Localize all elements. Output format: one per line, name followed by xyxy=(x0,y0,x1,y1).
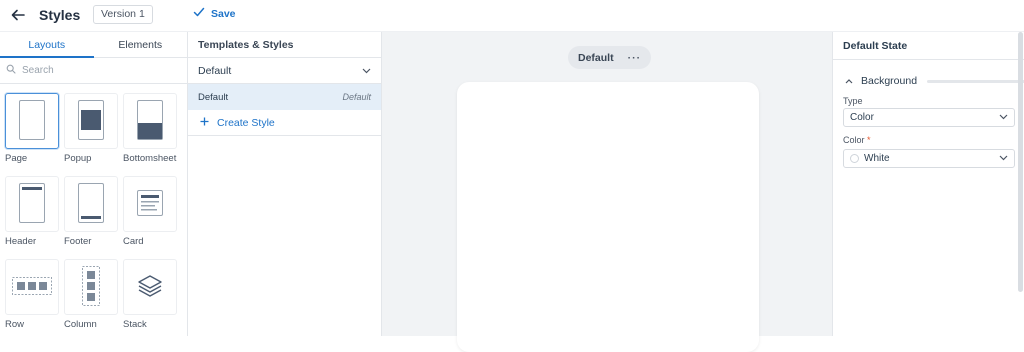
layout-tile-card[interactable]: Card xyxy=(123,176,177,247)
preview-canvas: Default ··· xyxy=(382,32,832,352)
row-icon xyxy=(12,276,52,298)
state-label: Default xyxy=(578,51,614,64)
device-preview xyxy=(457,82,759,352)
color-select-value-wrap: White xyxy=(850,153,890,164)
section-divider xyxy=(927,79,1024,83)
save-button[interactable]: Save xyxy=(193,6,236,21)
type-select[interactable]: Color xyxy=(843,108,1015,127)
color-label: Color * xyxy=(843,135,871,145)
plus-icon xyxy=(200,117,209,129)
color-select[interactable]: White xyxy=(843,149,1015,168)
layout-label: Bottomsheet xyxy=(123,153,177,164)
background-section-toggle[interactable]: Background xyxy=(845,75,1024,87)
layout-label: Popup xyxy=(64,153,92,164)
style-name: Default xyxy=(198,91,229,103)
page-title: Styles xyxy=(39,7,81,23)
search-icon xyxy=(6,64,16,77)
templates-styles-panel: Templates & Styles Default Default Defau… xyxy=(188,32,382,336)
back-arrow-icon[interactable] xyxy=(9,6,27,24)
create-style-label: Create Style xyxy=(217,116,275,129)
layout-label: Row xyxy=(5,319,25,330)
search-input[interactable] xyxy=(22,65,172,76)
section-title: Background xyxy=(861,75,918,87)
layout-label: Stack xyxy=(123,319,147,330)
chevron-down-icon xyxy=(362,65,371,77)
bottomsheet-icon xyxy=(137,99,163,143)
card-icon xyxy=(137,189,163,219)
tab-elements[interactable]: Elements xyxy=(94,32,188,57)
layout-tile-header[interactable]: Header xyxy=(5,176,59,247)
layout-label: Page xyxy=(5,153,28,164)
footer-icon xyxy=(78,182,104,226)
template-select[interactable]: Default xyxy=(188,58,381,84)
layout-label: Card xyxy=(123,236,144,247)
style-item-default[interactable]: Default Default xyxy=(188,84,381,110)
chevron-down-icon xyxy=(999,153,1008,164)
required-marker: * xyxy=(867,135,871,145)
type-select-value: Color xyxy=(850,112,874,123)
header-icon xyxy=(19,182,45,226)
chevron-down-icon xyxy=(999,112,1008,123)
template-select-value: Default xyxy=(198,64,232,77)
tab-layouts[interactable]: Layouts xyxy=(0,32,94,58)
layout-tile-page[interactable]: Page xyxy=(5,93,59,164)
stack-icon xyxy=(137,274,163,301)
color-label-text: Color xyxy=(843,135,865,145)
layout-tile-footer[interactable]: Footer xyxy=(64,176,118,247)
page-icon xyxy=(19,99,45,143)
search-bar xyxy=(0,58,187,84)
panel-tabs: Layouts Elements xyxy=(0,32,187,58)
layout-label: Footer xyxy=(64,236,92,247)
check-icon xyxy=(193,6,205,21)
version-badge[interactable]: Version 1 xyxy=(93,5,153,24)
layout-tile-bottomsheet[interactable]: Bottomsheet xyxy=(123,93,177,164)
column-icon xyxy=(82,265,100,309)
layout-tile-column[interactable]: Column xyxy=(64,259,118,330)
create-style-button[interactable]: Create Style xyxy=(188,110,381,136)
state-selector[interactable]: Default ··· xyxy=(568,46,652,69)
style-tag: Default xyxy=(342,92,371,102)
save-label: Save xyxy=(211,7,236,20)
layouts-panel: Layouts Elements Page Popup xyxy=(0,32,188,336)
layout-tile-popup[interactable]: Popup xyxy=(64,93,118,164)
color-swatch-icon xyxy=(850,153,859,163)
more-options-icon[interactable]: ··· xyxy=(628,52,642,64)
type-label: Type xyxy=(843,96,863,106)
layout-tile-row[interactable]: Row xyxy=(5,259,59,330)
properties-panel: Default State Background Type Color Colo… xyxy=(832,32,1024,336)
layout-label: Column xyxy=(64,319,97,330)
top-bar: Styles Version 1 Save xyxy=(0,0,1024,32)
layout-tile-stack[interactable]: Stack xyxy=(123,259,177,330)
layout-label: Header xyxy=(5,236,37,247)
color-select-value: White xyxy=(864,153,890,164)
scrollbar[interactable] xyxy=(1018,32,1023,292)
panel-title: Templates & Styles xyxy=(188,32,381,58)
popup-icon xyxy=(78,99,104,143)
chevron-up-icon xyxy=(845,75,853,87)
properties-title: Default State xyxy=(833,32,1024,60)
